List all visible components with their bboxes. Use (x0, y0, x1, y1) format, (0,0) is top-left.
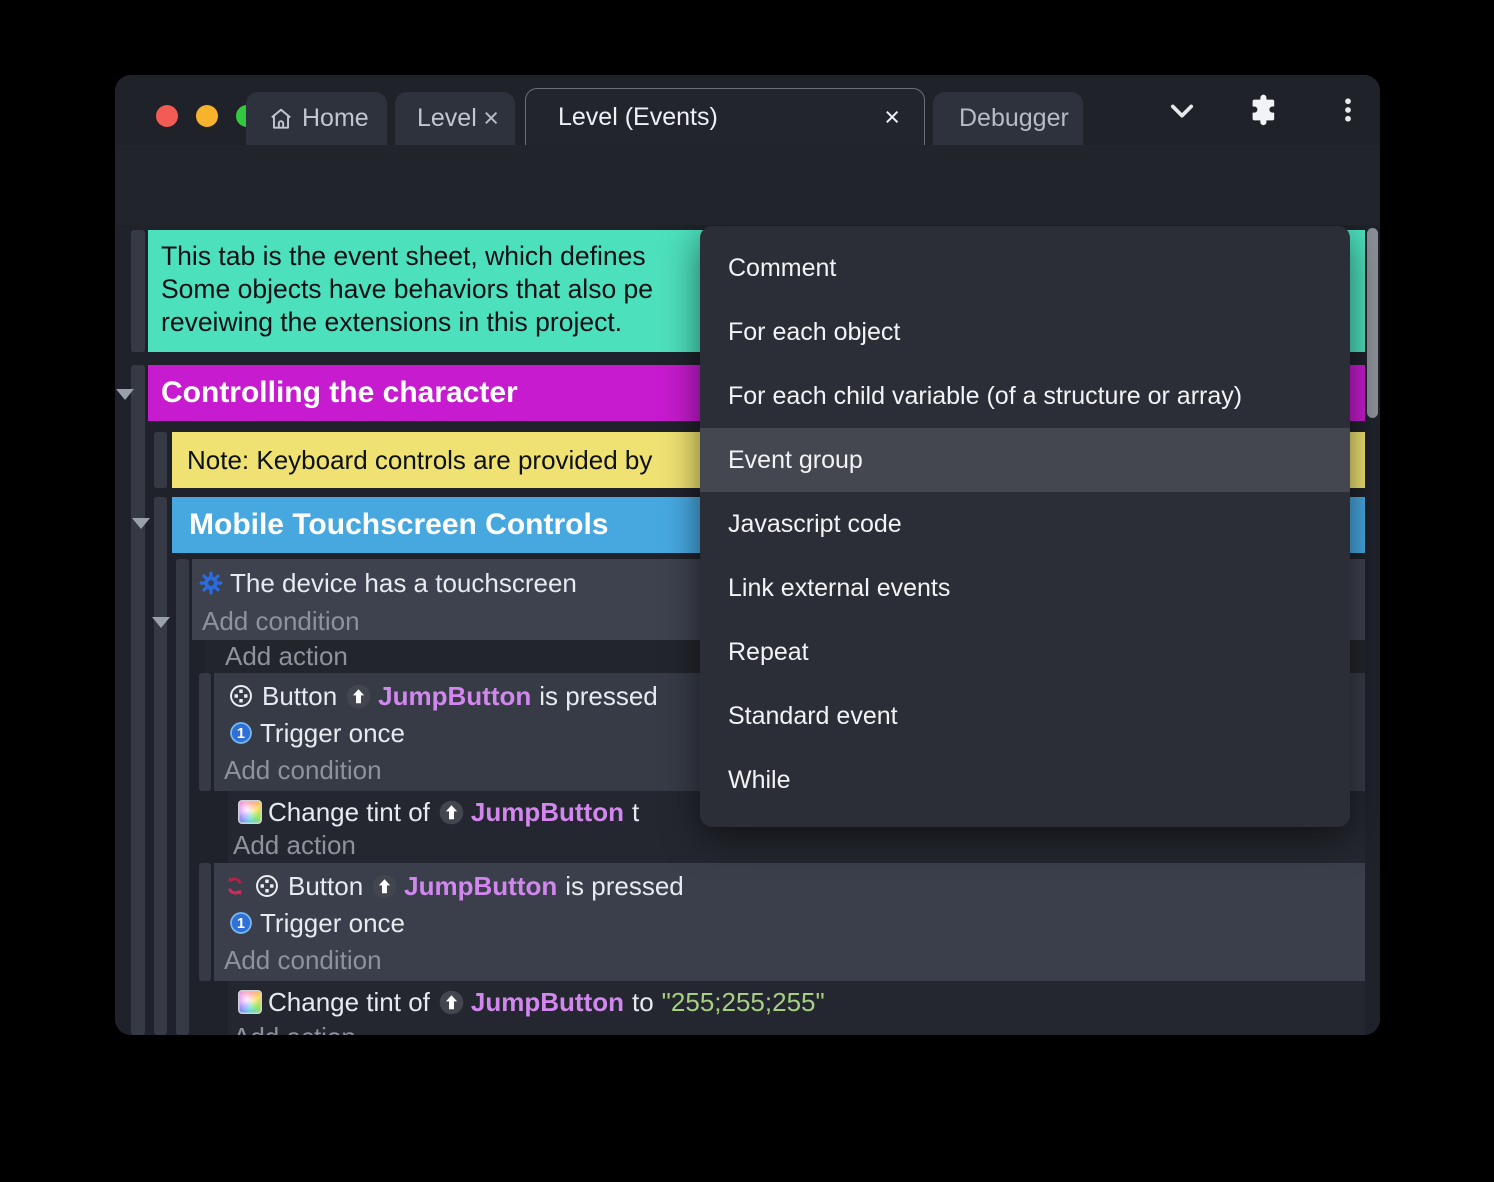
gamepad-button-icon (254, 873, 280, 899)
tab-level-events-label: Level (Events) (558, 102, 718, 131)
menu-item-javascript-code[interactable]: Javascript code (700, 492, 1350, 556)
add-condition-label: Add condition (224, 944, 382, 975)
condition-text: The device has a touchscreen (230, 567, 577, 598)
action-text: Change tint of (268, 986, 430, 1017)
object-name: JumpButton (470, 796, 624, 827)
tab-level[interactable]: Level × (395, 92, 515, 145)
action-value: "255;255;255" (661, 986, 825, 1017)
add-action-label: Add action (225, 641, 348, 671)
toolbar (115, 145, 1380, 290)
tab-debugger[interactable]: Debugger (933, 92, 1083, 145)
add-action-label: Add action (233, 829, 356, 860)
event-handle (131, 230, 145, 352)
trigger-once-icon: 1 (228, 720, 254, 746)
tab-home[interactable]: Home (246, 92, 387, 145)
object-name: JumpButton (470, 986, 624, 1017)
condition-text: Trigger once (260, 717, 405, 748)
svg-text:1: 1 (237, 726, 245, 742)
object-arrow-icon (438, 989, 465, 1016)
add-action-link[interactable]: Add action (228, 829, 1365, 861)
condition-text: Button (262, 680, 338, 711)
add-action-link[interactable]: Add action (228, 1021, 1365, 1036)
menu-item-standard-event[interactable]: Standard event (700, 684, 1350, 748)
condition-text: Trigger once (260, 907, 405, 938)
tab-home-label: Home (302, 104, 369, 132)
chevron-down-icon (1165, 93, 1199, 127)
tint-icon (238, 800, 262, 824)
add-condition-label: Add condition (224, 754, 382, 785)
condition-row[interactable]: 1 Trigger once (214, 905, 1365, 941)
group-extent-bar (131, 365, 145, 1035)
group-title: Controlling the character (161, 376, 518, 409)
event-handle (154, 432, 167, 488)
collapse-arrow-icon[interactable] (152, 617, 170, 628)
group-extent-bar (154, 497, 167, 1035)
object-name: JumpButton (378, 680, 532, 711)
add-action-label: Add action (233, 1022, 356, 1036)
extensions-button[interactable] (1247, 75, 1279, 145)
menu-item-for-each-object[interactable]: For each object (700, 300, 1350, 364)
app-window: Home Level × Level (Events) × Debugger T… (115, 75, 1380, 1035)
action-row[interactable]: Change tint of JumpButton to "255;255;25… (228, 985, 1365, 1019)
tab-debugger-label: Debugger (959, 104, 1069, 132)
object-arrow-icon (438, 799, 465, 826)
sub-event-actions[interactable]: Change tint of JumpButton to "255;255;25… (228, 981, 1365, 1035)
minimize-window-button[interactable] (196, 105, 218, 127)
close-tab-icon[interactable]: × (884, 103, 900, 131)
event-extent-bar (176, 559, 189, 1035)
note-text: Note: Keyboard controls are provided by (187, 444, 653, 475)
condition-text: is pressed (565, 870, 684, 901)
add-condition-label: Add condition (202, 605, 360, 636)
condition-text: Button (288, 870, 364, 901)
condition-text: is pressed (539, 680, 658, 711)
close-tab-icon[interactable]: × (483, 105, 499, 132)
add-event-context-menu: Comment For each object For each child v… (700, 226, 1350, 827)
tab-level-label: Level (417, 104, 477, 132)
collapse-arrow-icon[interactable] (132, 518, 150, 529)
object-arrow-icon (345, 683, 372, 710)
collapse-arrow-icon[interactable] (116, 389, 134, 400)
group-title: Mobile Touchscreen Controls (189, 508, 609, 541)
object-name: JumpButton (404, 870, 558, 901)
home-icon (268, 106, 294, 132)
svg-text:1: 1 (237, 916, 245, 932)
object-arrow-icon (371, 873, 398, 900)
sub-event-conditions[interactable]: Button JumpButton is pressed 1 Trigger o… (214, 863, 1365, 981)
menu-item-for-each-child-variable[interactable]: For each child variable (of a structure … (700, 364, 1350, 428)
action-text: to (631, 986, 654, 1017)
trigger-once-icon: 1 (228, 910, 254, 936)
tint-icon (238, 990, 262, 1014)
menu-item-event-group[interactable]: Event group (700, 428, 1350, 492)
action-text: Change tint of (268, 796, 430, 827)
close-window-button[interactable] (156, 105, 178, 127)
tab-level-events[interactable]: Level (Events) × (525, 88, 925, 145)
event-handle (199, 863, 211, 981)
kebab-menu-icon (1333, 93, 1363, 127)
menu-item-while[interactable]: While (700, 748, 1350, 812)
gamepad-button-icon (228, 683, 254, 709)
condition-row[interactable]: Button JumpButton is pressed (214, 867, 1365, 905)
scrollbar-thumb[interactable] (1367, 228, 1378, 418)
action-text: t (631, 796, 640, 827)
menu-item-comment[interactable]: Comment (700, 236, 1350, 300)
invert-condition-icon (222, 873, 248, 899)
puzzle-icon (1247, 94, 1279, 126)
menu-item-repeat[interactable]: Repeat (700, 620, 1350, 684)
window-menu-button[interactable] (1333, 75, 1363, 145)
event-handle (199, 673, 211, 791)
event-sheet: This tab is the event sheet, which defin… (115, 225, 1380, 1035)
add-condition-link[interactable]: Add condition (214, 943, 1365, 977)
tab-list-dropdown-button[interactable] (1165, 75, 1199, 145)
gear-icon (198, 570, 224, 596)
menu-item-link-external-events[interactable]: Link external events (700, 556, 1350, 620)
titlebar: Home Level × Level (Events) × Debugger (115, 75, 1380, 145)
